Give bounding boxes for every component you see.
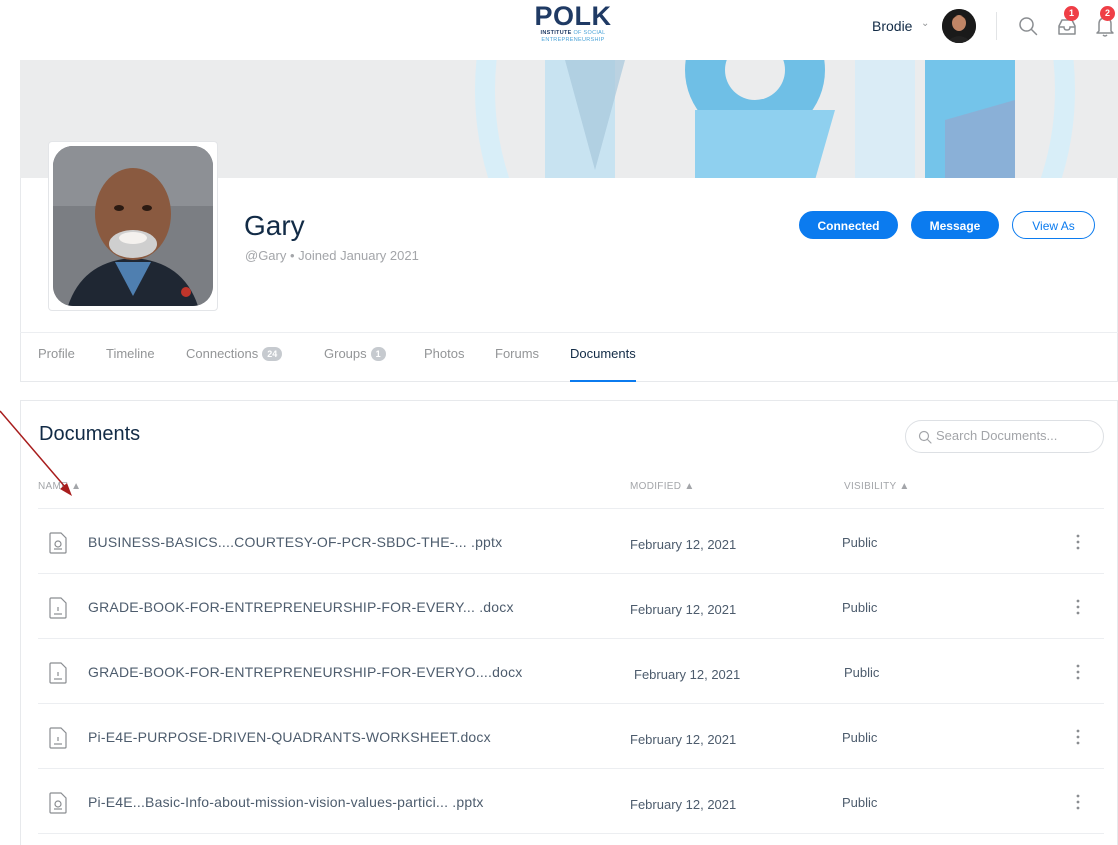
kebab-menu-icon[interactable] [1072,663,1084,681]
tab-label: Timeline [106,346,155,361]
view-as-button[interactable]: View As [1012,211,1095,239]
column-header-modified[interactable]: MODIFIED ▲ [630,481,695,492]
tab-label: Photos [424,346,465,361]
document-modified: February 12, 2021 [630,797,737,812]
site-logo[interactable]: POLK INSTITUTE OF SOCIAL ENTREPRENEURSHI… [532,2,614,46]
profile-divider [20,332,1118,333]
user-avatar[interactable] [942,9,976,43]
column-header-name[interactable]: NAME ▲ [38,481,81,492]
tab-profile[interactable]: Profile [38,346,75,382]
logo-line1-light: OF SOCIAL [573,30,606,36]
tab-groups[interactable]: Groups 1 [324,346,386,382]
logo-line1: INSTITUTE OF SOCIAL [532,30,614,37]
document-modified: February 12, 2021 [634,667,741,682]
logo-line1-bold: INSTITUTE [540,30,572,36]
cover-graphic [475,60,1075,178]
search-icon[interactable] [1018,16,1038,36]
notifications-badge: 2 [1100,6,1115,21]
tab-label: Profile [38,346,75,361]
chevron-down-icon[interactable]: ⌄ [921,18,929,29]
tab-connections[interactable]: Connections 24 [186,346,283,382]
table-row[interactable]: BUSINESS-BASICS....COURTESY-OF-PCR-SBDC-… [38,509,1104,574]
document-visibility: Public [842,600,878,615]
file-icon [49,532,67,554]
document-name[interactable]: GRADE-BOOK-FOR-ENTREPRENEURSHIP-FOR-EVER… [88,664,522,680]
document-visibility: Public [842,795,878,810]
column-header-visibility[interactable]: VISIBILITY ▲ [844,481,910,492]
connections-count: 24 [262,347,283,361]
document-modified: February 12, 2021 [630,732,737,747]
header-divider [996,12,997,40]
document-name[interactable]: Pi-E4E...Basic-Info-about-mission-vision… [88,794,484,810]
connected-button[interactable]: Connected [799,211,898,239]
tab-documents[interactable]: Documents [570,346,636,382]
kebab-menu-icon[interactable] [1072,533,1084,551]
file-icon [49,727,67,749]
avatar-image [942,9,976,43]
tab-label: Forums [495,346,540,361]
tab-label: Connections [186,346,259,361]
file-icon [49,792,67,814]
kebab-menu-icon[interactable] [1072,793,1084,811]
logo-main: POLK [534,1,612,31]
document-visibility: Public [842,535,878,550]
search-icon [918,430,932,444]
kebab-menu-icon[interactable] [1072,598,1084,616]
table-row[interactable]: Pi-E4E...Basic-Info-about-mission-vision… [38,769,1104,834]
tab-timeline[interactable]: Timeline [106,346,155,382]
tab-label: Documents [570,346,636,361]
table-row[interactable]: Pi-E4E-PURPOSE-DRIVEN-QUADRANTS-WORKSHEE… [38,704,1104,769]
profile-photo [53,146,213,306]
document-modified: February 12, 2021 [630,537,737,552]
profile-meta: @Gary • Joined January 2021 [245,248,419,263]
messages-badge: 1 [1064,6,1079,21]
file-icon [49,662,67,684]
profile-photo-image [53,146,213,306]
message-button[interactable]: Message [911,211,999,239]
tab-photos[interactable]: Photos [424,346,464,382]
tab-forums[interactable]: Forums [495,346,539,382]
document-modified: February 12, 2021 [630,602,737,617]
table-row[interactable]: GRADE-BOOK-FOR-ENTREPRENEURSHIP-FOR-EVER… [38,574,1104,639]
profile-name: Gary [244,210,305,241]
file-icon [49,597,67,619]
document-name[interactable]: BUSINESS-BASICS....COURTESY-OF-PCR-SBDC-… [88,534,502,550]
profile-avatar[interactable] [48,141,218,311]
documents-search[interactable] [905,420,1104,453]
tab-label: Groups [324,346,367,361]
document-name[interactable]: Pi-E4E-PURPOSE-DRIVEN-QUADRANTS-WORKSHEE… [88,729,491,745]
search-documents-input[interactable] [936,428,1096,443]
document-name[interactable]: GRADE-BOOK-FOR-ENTREPRENEURSHIP-FOR-EVER… [88,599,514,615]
logo-line2: ENTREPRENEURSHIP [541,37,605,43]
top-bar: POLK INSTITUTE OF SOCIAL ENTREPRENEURSHI… [0,0,1118,60]
document-visibility: Public [842,730,878,745]
kebab-menu-icon[interactable] [1072,728,1084,746]
document-visibility: Public [844,665,880,680]
groups-count: 1 [370,347,386,361]
table-row[interactable]: GRADE-BOOK-FOR-ENTREPRENEURSHIP-FOR-EVER… [38,639,1104,704]
user-menu-name[interactable]: Brodie [872,18,912,34]
documents-title: Documents [39,423,141,445]
